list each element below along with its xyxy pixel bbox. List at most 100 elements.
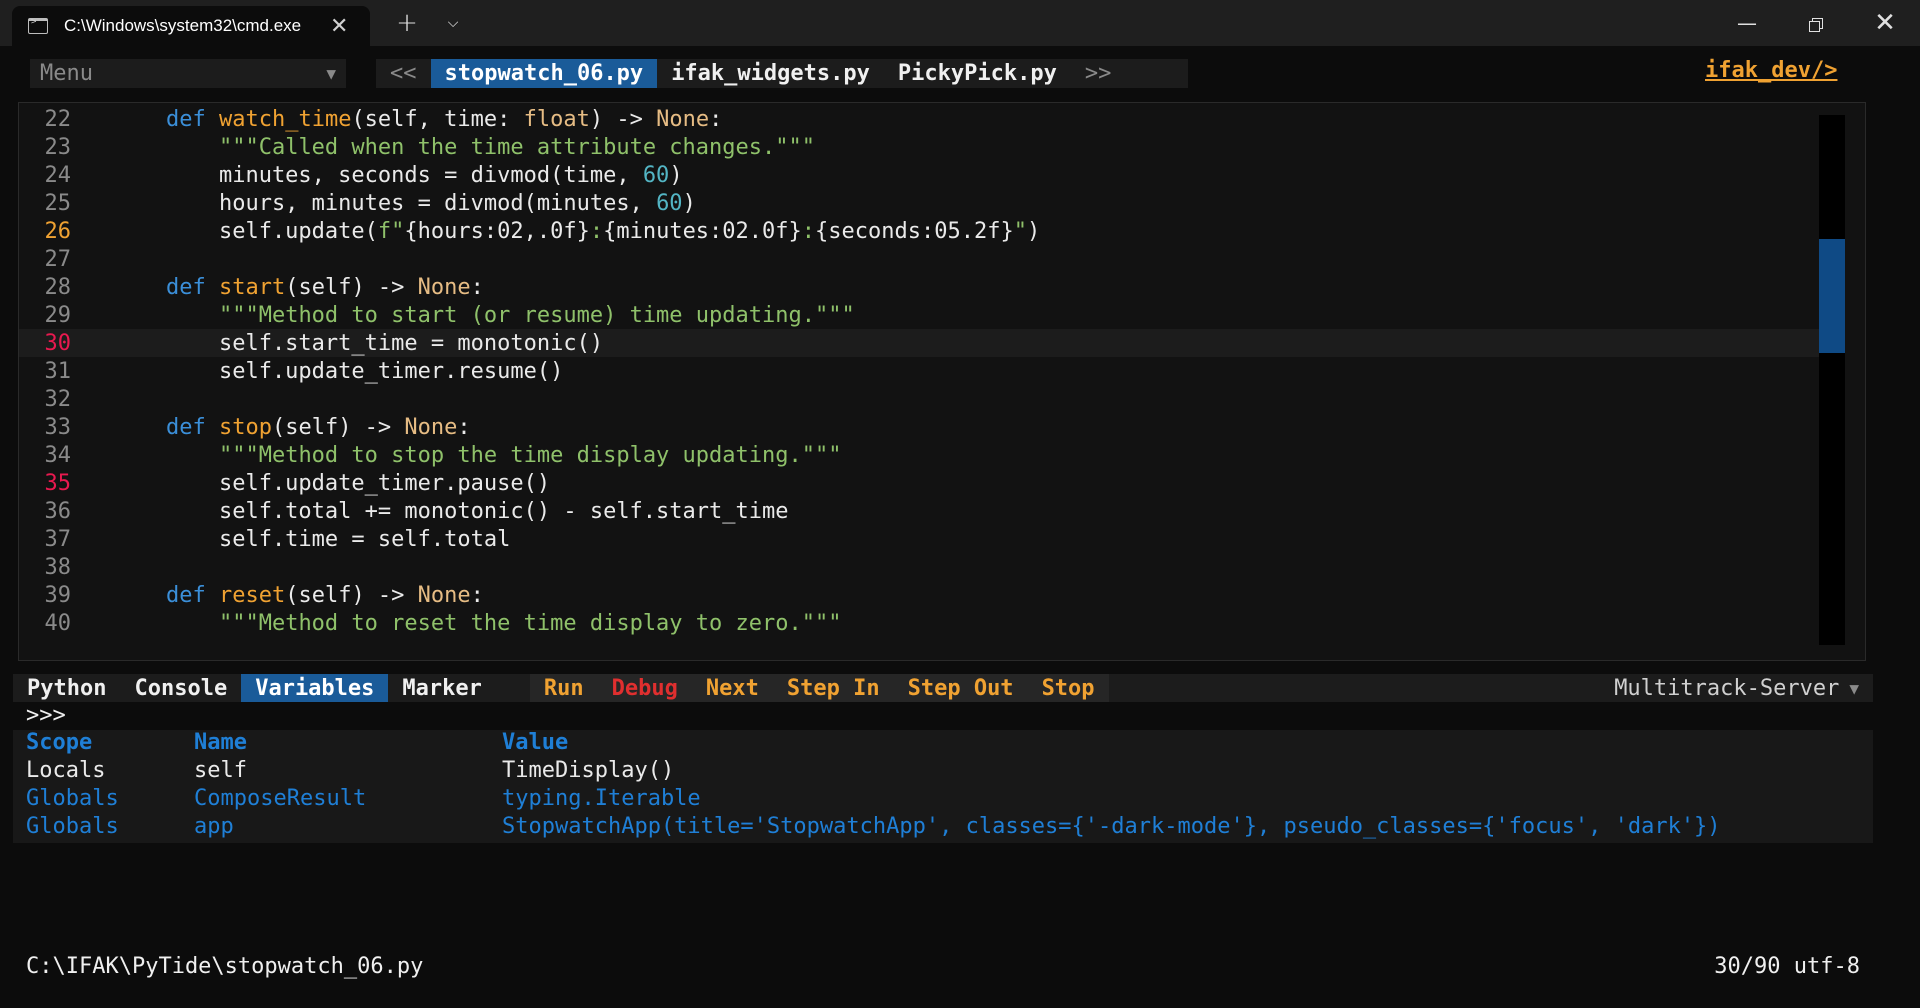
file-tab-pickypick[interactable]: PickyPick.py xyxy=(884,59,1071,88)
code-line[interactable]: 30 self.start_time = monotonic() xyxy=(19,329,1819,357)
line-number[interactable]: 39 xyxy=(19,583,72,608)
code-text: def start(self) -> None: xyxy=(165,274,484,300)
var-value: TimeDisplay() xyxy=(502,758,675,783)
chevron-down-icon[interactable]: ⌵ xyxy=(437,0,469,46)
next-button[interactable]: Next xyxy=(692,676,773,701)
code-line[interactable]: 24 minutes, seconds = divmod(time, 60) xyxy=(19,161,1819,189)
debug-button[interactable]: Debug xyxy=(598,676,692,701)
var-name: self xyxy=(194,758,247,783)
code-text: self.update(f"{hours:02,.0f}:{minutes:02… xyxy=(113,218,1041,244)
line-number[interactable]: 25 xyxy=(19,191,72,216)
title-bar: C:\Windows\system32\cmd.exe ✕ + ⌵ — ✕ xyxy=(0,0,1920,46)
line-number[interactable]: 31 xyxy=(19,359,72,384)
menu-dropdown[interactable]: Menu ▼ xyxy=(30,59,346,88)
line-number[interactable]: 40 xyxy=(19,611,72,636)
minimize-button[interactable]: — xyxy=(1722,0,1772,46)
var-name: ComposeResult xyxy=(194,786,367,811)
debug-actions: Run Debug Next Step In Step Out Stop xyxy=(529,674,1109,702)
line-number[interactable]: 33 xyxy=(19,415,72,440)
code-line[interactable]: 39 def reset(self) -> None: xyxy=(19,581,1819,609)
line-number[interactable]: 24 xyxy=(19,163,72,188)
table-row[interactable]: Globals ComposeResult typing.Iterable xyxy=(13,786,1873,814)
editor-scrollbar[interactable] xyxy=(1819,115,1845,645)
new-tab-button[interactable]: + xyxy=(390,0,424,46)
run-button[interactable]: Run xyxy=(530,676,598,701)
console-prompt[interactable]: >>> xyxy=(26,703,66,728)
line-number[interactable]: 28 xyxy=(19,275,72,300)
code-text: self.update_timer.pause() xyxy=(113,470,551,496)
status-cursor-position: 30/90 utf-8 xyxy=(1714,954,1860,979)
tab-close-icon[interactable]: ✕ xyxy=(330,14,348,39)
code-line[interactable]: 31 self.update_timer.resume() xyxy=(19,357,1819,385)
code-text: """Method to start (or resume) time upda… xyxy=(218,302,855,328)
code-text: """Method to reset the time display to z… xyxy=(218,610,842,636)
var-value: StopwatchApp(title='StopwatchApp', class… xyxy=(502,814,1721,839)
line-number[interactable]: 23 xyxy=(19,135,72,160)
var-scope: Locals xyxy=(26,758,106,783)
code-line[interactable]: 33 def stop(self) -> None: xyxy=(19,413,1819,441)
line-number[interactable]: 30 xyxy=(19,331,72,356)
var-scope: Globals xyxy=(26,814,119,839)
header-name: Name xyxy=(194,730,247,755)
line-number[interactable]: 32 xyxy=(19,387,72,412)
status-file-path: C:\IFAK\PyTide\stopwatch_06.py xyxy=(26,954,424,979)
brand-link[interactable]: ifak_dev/> xyxy=(1705,58,1837,83)
line-number[interactable]: 37 xyxy=(19,527,72,552)
code-text: def stop(self) -> None: xyxy=(165,414,471,440)
code-text: self.update_timer.resume() xyxy=(113,358,564,384)
terminal-icon xyxy=(28,17,48,34)
file-tab-stopwatch[interactable]: stopwatch_06.py xyxy=(430,59,658,88)
line-number[interactable]: 29 xyxy=(19,303,72,328)
line-number[interactable]: 36 xyxy=(19,499,72,524)
restore-button[interactable] xyxy=(1790,0,1840,46)
step-in-button[interactable]: Step In xyxy=(773,676,894,701)
line-number[interactable]: 38 xyxy=(19,555,72,580)
prev-tab-button[interactable]: << xyxy=(376,61,431,86)
code-line[interactable]: 22 def watch_time(self, time: float) -> … xyxy=(19,105,1819,133)
var-name: app xyxy=(194,814,234,839)
code-text: def watch_time(self, time: float) -> Non… xyxy=(165,106,723,132)
scrollbar-thumb[interactable] xyxy=(1819,239,1845,353)
line-number[interactable]: 22 xyxy=(19,107,72,132)
chevron-down-icon: ▼ xyxy=(326,64,336,83)
code-line[interactable]: 28 def start(self) -> None: xyxy=(19,273,1819,301)
code-text: hours, minutes = divmod(minutes, 60) xyxy=(113,190,696,216)
code-text: self.total += monotonic() - self.start_t… xyxy=(113,498,789,524)
code-editor[interactable]: 22 def watch_time(self, time: float) -> … xyxy=(18,102,1866,661)
code-text: self.start_time = monotonic() xyxy=(113,330,604,356)
line-number[interactable]: 27 xyxy=(19,247,72,272)
step-out-button[interactable]: Step Out xyxy=(894,676,1028,701)
code-line[interactable]: 27 xyxy=(19,245,1819,273)
stop-button[interactable]: Stop xyxy=(1028,676,1109,701)
tab-python[interactable]: Python xyxy=(13,674,120,702)
terminal-tab[interactable]: C:\Windows\system32\cmd.exe ✕ xyxy=(12,6,370,46)
table-row[interactable]: Locals self TimeDisplay() xyxy=(13,758,1873,786)
server-select[interactable]: Multitrack-Server ▼ xyxy=(1614,676,1859,701)
line-number[interactable]: 26 xyxy=(19,219,72,244)
code-line[interactable]: 29 """Method to start (or resume) time u… xyxy=(19,301,1819,329)
code-line[interactable]: 34 """Method to stop the time display up… xyxy=(19,441,1819,469)
tab-console[interactable]: Console xyxy=(120,674,241,702)
var-scope: Globals xyxy=(26,786,119,811)
next-tab-button[interactable]: >> xyxy=(1071,61,1126,86)
code-line[interactable]: 37 self.time = self.total xyxy=(19,525,1819,553)
code-line[interactable]: 26 self.update(f"{hours:02,.0f}:{minutes… xyxy=(19,217,1819,245)
file-tab-ifak-widgets[interactable]: ifak_widgets.py xyxy=(657,59,884,88)
line-number[interactable]: 35 xyxy=(19,471,72,496)
code-line[interactable]: 23 """Called when the time attribute cha… xyxy=(19,133,1819,161)
code-line[interactable]: 25 hours, minutes = divmod(minutes, 60) xyxy=(19,189,1819,217)
tab-variables[interactable]: Variables xyxy=(241,674,389,702)
code-line[interactable]: 36 self.total += monotonic() - self.star… xyxy=(19,497,1819,525)
tab-marker[interactable]: Marker xyxy=(388,674,495,702)
code-text: minutes, seconds = divmod(time, 60) xyxy=(113,162,683,188)
line-number[interactable]: 34 xyxy=(19,443,72,468)
code-line[interactable]: 32 xyxy=(19,385,1819,413)
code-text: self.time = self.total xyxy=(113,526,511,552)
code-line[interactable]: 35 self.update_timer.pause() xyxy=(19,469,1819,497)
code-line[interactable]: 38 xyxy=(19,553,1819,581)
table-row[interactable]: Globals app StopwatchApp(title='Stopwatc… xyxy=(13,814,1873,842)
code-text: """Called when the time attribute change… xyxy=(218,134,815,160)
code-line[interactable]: 40 """Method to reset the time display t… xyxy=(19,609,1819,637)
close-window-button[interactable]: ✕ xyxy=(1860,0,1910,46)
code-text: def reset(self) -> None: xyxy=(165,582,484,608)
